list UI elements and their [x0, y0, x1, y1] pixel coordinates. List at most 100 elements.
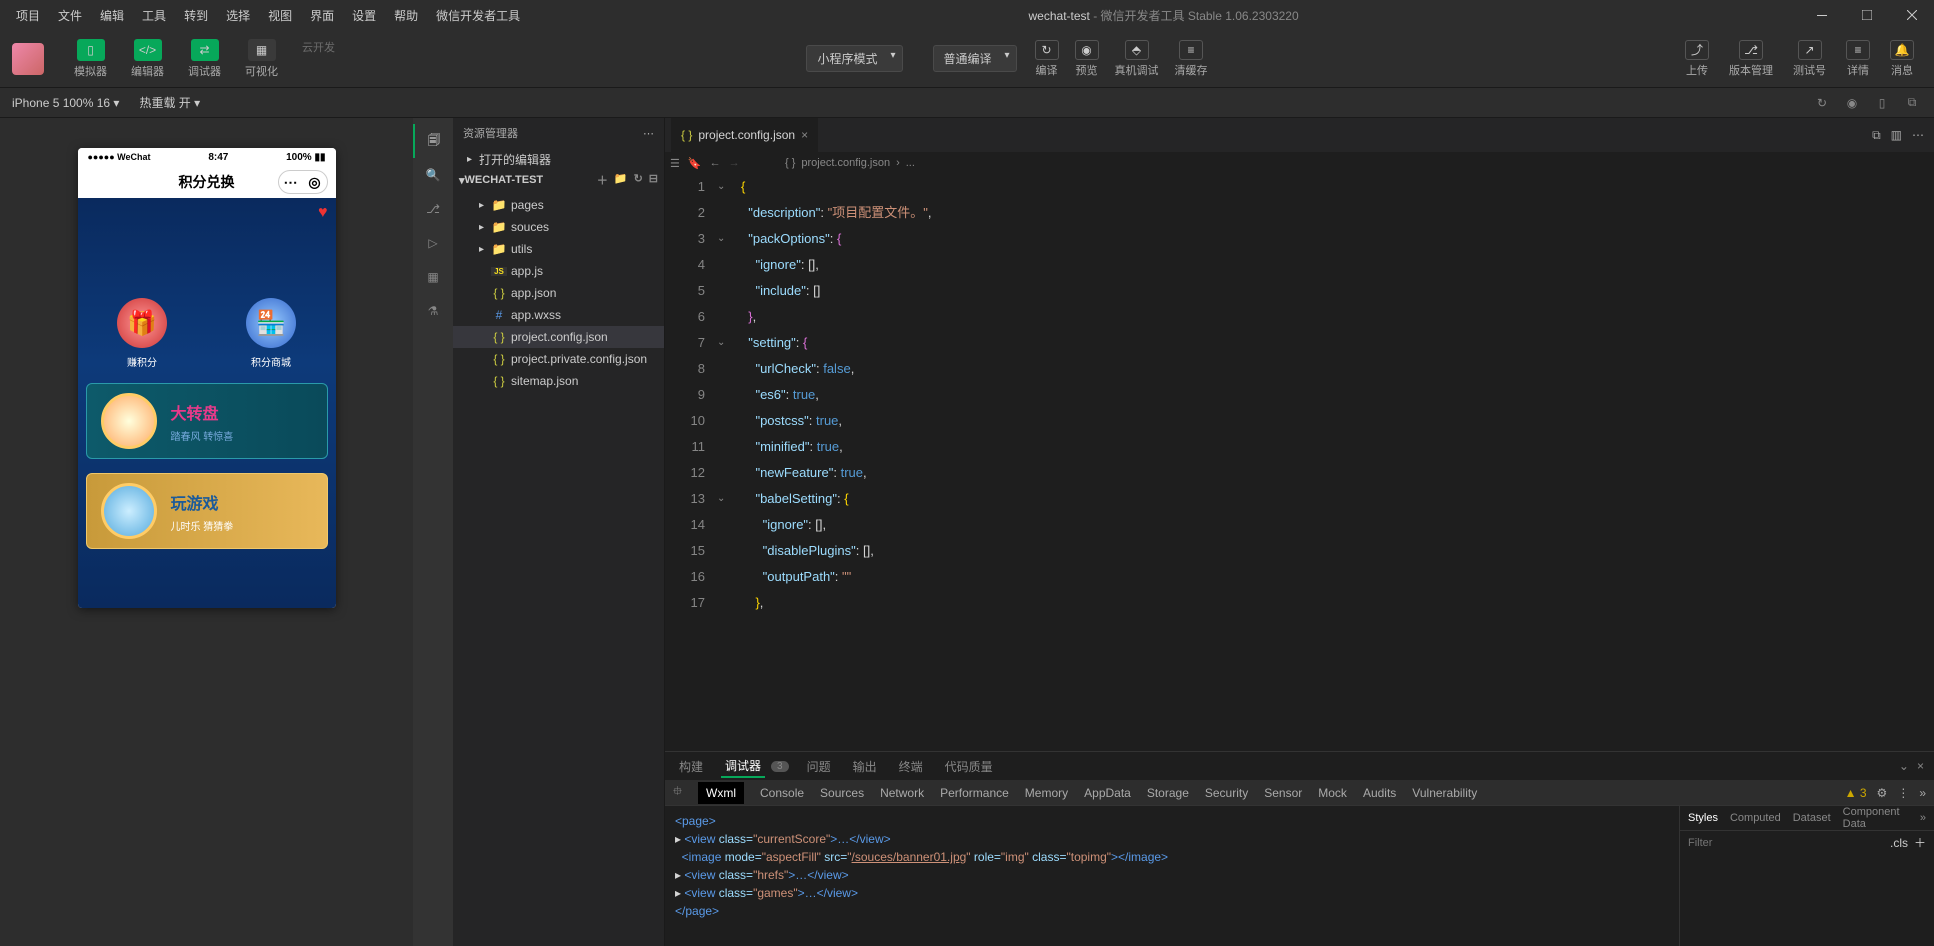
menu-dots-icon[interactable]: ⋯: [279, 171, 303, 193]
menu-devtools[interactable]: 微信开发者工具: [428, 1, 528, 30]
capsule-button[interactable]: ⋯ ◎: [278, 170, 328, 194]
quality-tab[interactable]: 代码质量: [941, 756, 997, 777]
collapse-icon[interactable]: ⊟: [649, 172, 658, 188]
debugger-tab[interactable]: 调试器: [721, 755, 765, 778]
file-tree-item[interactable]: { }project.config.json: [453, 326, 664, 348]
menu-interface[interactable]: 界面: [302, 1, 342, 30]
mode-select[interactable]: 小程序模式: [806, 45, 902, 72]
menu-select[interactable]: 选择: [218, 1, 258, 30]
preview-button[interactable]: ◉预览: [1067, 36, 1107, 82]
more-icon[interactable]: ⋯: [643, 127, 654, 140]
search-icon[interactable]: 🔍: [413, 158, 453, 192]
compare-icon[interactable]: ⧉: [1872, 128, 1881, 143]
remote-debug-button[interactable]: ⬘真机调试: [1107, 36, 1167, 82]
maximize-button[interactable]: [1844, 0, 1889, 30]
game-card[interactable]: 玩游戏 儿时乐 猜猜拳: [86, 473, 328, 549]
files-icon[interactable]: 🗐: [413, 124, 453, 158]
wxml-tree[interactable]: <page> ▸ <view class="currentScore">…</v…: [665, 806, 1679, 946]
inspect-icon[interactable]: ⯐: [673, 782, 682, 803]
file-tree-item[interactable]: ▸📁pages: [453, 194, 664, 216]
gear-icon[interactable]: ⚙: [1877, 786, 1888, 800]
open-editors-section[interactable]: ▸打开的编辑器: [453, 148, 664, 170]
memory-tab[interactable]: Memory: [1025, 786, 1068, 800]
compile-select[interactable]: 普通编译: [933, 45, 1017, 72]
new-folder-icon[interactable]: 📁: [614, 172, 628, 188]
more-icon[interactable]: ⋯: [1912, 128, 1924, 143]
new-file-icon[interactable]: ＋: [597, 172, 608, 188]
minimize-button[interactable]: [1799, 0, 1844, 30]
split-icon[interactable]: ▥: [1891, 128, 1902, 143]
problems-tab[interactable]: 问题: [803, 756, 835, 777]
user-avatar[interactable]: [12, 43, 44, 75]
computed-tab[interactable]: Computed: [1730, 812, 1781, 824]
kebab-icon[interactable]: ⋮: [1897, 786, 1909, 800]
clear-cache-button[interactable]: ≡清缓存: [1167, 36, 1216, 82]
visualize-toggle[interactable]: ▦可视化: [235, 35, 288, 83]
debug-icon[interactable]: ▷: [413, 226, 453, 260]
code-body[interactable]: { "description": "项目配置文件。", "packOptions…: [723, 174, 1934, 751]
file-tree-item[interactable]: #app.wxss: [453, 304, 664, 326]
debugger-toggle[interactable]: ⇄调试器: [178, 35, 231, 83]
overflow-icon[interactable]: »: [1919, 786, 1926, 800]
audits-tab[interactable]: Audits: [1363, 786, 1396, 800]
target-icon[interactable]: ◎: [303, 171, 327, 193]
earn-points-icon[interactable]: 🎁: [117, 298, 167, 348]
overflow-icon[interactable]: »: [1920, 812, 1926, 824]
file-tree-item[interactable]: { }app.json: [453, 282, 664, 304]
heart-icon[interactable]: ♥: [318, 204, 328, 222]
menu-edit[interactable]: 编辑: [92, 1, 132, 30]
output-tab[interactable]: 输出: [849, 756, 881, 777]
panel-collapse-icon[interactable]: ⌄: [1899, 759, 1909, 773]
branch-icon[interactable]: ⎇: [413, 192, 453, 226]
storage-tab[interactable]: Storage: [1147, 786, 1189, 800]
console-tab[interactable]: Console: [760, 786, 804, 800]
code-editor[interactable]: 123 456 789 101112 131415 1617 ⌄⌄ ⌄ ⌄ { …: [665, 174, 1934, 751]
menu-goto[interactable]: 转到: [176, 1, 216, 30]
record-icon[interactable]: ◉: [1842, 93, 1862, 113]
menu-file[interactable]: 文件: [50, 1, 90, 30]
compile-button[interactable]: ↻编译: [1027, 36, 1067, 82]
warning-badge[interactable]: ▲ 3: [1845, 786, 1867, 800]
version-button[interactable]: ⎇版本管理: [1721, 36, 1781, 82]
mock-tab[interactable]: Mock: [1318, 786, 1347, 800]
close-tab-icon[interactable]: ×: [801, 128, 808, 142]
editor-toggle[interactable]: </>编辑器: [121, 35, 174, 83]
terminal-tab[interactable]: 终端: [895, 756, 927, 777]
file-tree-item[interactable]: ▸📁utils: [453, 238, 664, 260]
refresh-icon[interactable]: ↻: [634, 172, 643, 188]
message-button[interactable]: 🔔消息: [1882, 36, 1922, 82]
dataset-tab[interactable]: Dataset: [1793, 812, 1831, 824]
componentdata-tab[interactable]: Component Data: [1843, 806, 1908, 830]
extensions-icon[interactable]: ▦: [413, 260, 453, 294]
build-tab[interactable]: 构建: [675, 756, 707, 777]
back-icon[interactable]: ←: [710, 157, 721, 170]
file-tree-item[interactable]: { }project.private.config.json: [453, 348, 664, 370]
device-icon[interactable]: ▯: [1872, 93, 1892, 113]
points-mall-icon[interactable]: 🏪: [246, 298, 296, 348]
editor-tab[interactable]: { } project.config.json ×: [671, 118, 819, 152]
file-tree-item[interactable]: ▸📁souces: [453, 216, 664, 238]
appdata-tab[interactable]: AppData: [1084, 786, 1131, 800]
menu-project[interactable]: 项目: [8, 1, 48, 30]
upload-button[interactable]: ⤴上传: [1677, 36, 1717, 82]
popout-icon[interactable]: ⧉: [1902, 93, 1922, 113]
device-select[interactable]: iPhone 5 100% 16 ▾: [12, 96, 119, 110]
hot-reload-select[interactable]: 热重载 开 ▾: [139, 94, 200, 111]
project-header[interactable]: ▾WECHAT-TEST ＋ 📁 ↻ ⊟: [453, 170, 664, 190]
performance-tab[interactable]: Performance: [940, 786, 1009, 800]
sources-tab[interactable]: Sources: [820, 786, 864, 800]
styles-tab[interactable]: Styles: [1688, 812, 1718, 824]
filter-input[interactable]: [1688, 837, 1890, 849]
network-tab[interactable]: Network: [880, 786, 924, 800]
sensor-tab[interactable]: Sensor: [1264, 786, 1302, 800]
security-tab[interactable]: Security: [1205, 786, 1248, 800]
bookmark-icon[interactable]: 🔖: [688, 157, 702, 170]
close-button[interactable]: [1889, 0, 1934, 30]
cls-toggle[interactable]: .cls: [1890, 836, 1908, 850]
cloud-dev-button[interactable]: 云开发: [292, 35, 345, 83]
wxml-tab[interactable]: Wxml: [698, 782, 744, 804]
phone-preview[interactable]: ●●●●● WeChat 8:47 100% ▮▮ 积分兑换 ⋯ ◎ ♥ 🎁 赚…: [78, 148, 336, 608]
panel-close-icon[interactable]: ×: [1917, 759, 1924, 773]
build-icon[interactable]: ⚗: [413, 294, 453, 328]
menu-tools[interactable]: 工具: [134, 1, 174, 30]
